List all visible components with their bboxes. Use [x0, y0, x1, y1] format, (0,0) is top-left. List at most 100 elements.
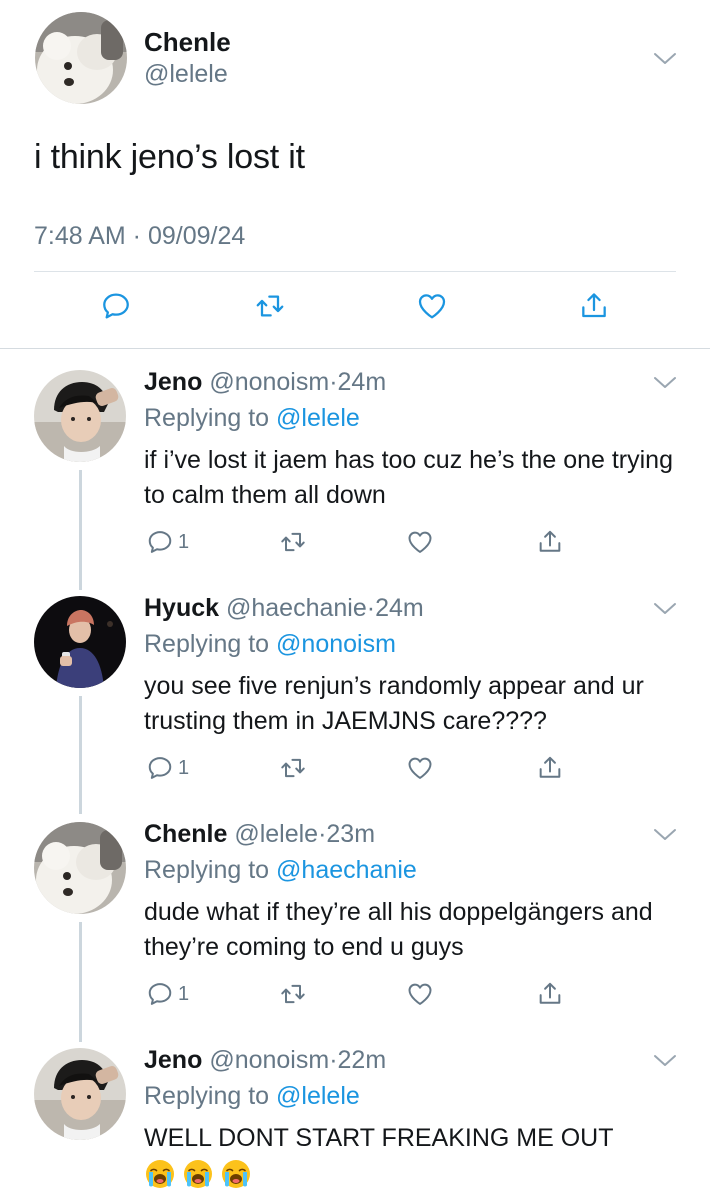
replying-to: Replying to @lelele — [144, 404, 360, 433]
reply-header: Jeno @nonoism·24m — [144, 368, 386, 397]
replying-to-label: Replying to — [144, 404, 277, 432]
replying-to: Replying to @nonoism — [144, 630, 396, 659]
retweet-icon — [278, 980, 308, 1008]
heart-icon — [406, 528, 434, 556]
divider — [34, 271, 676, 272]
author-name[interactable]: Chenle — [144, 27, 231, 58]
reply-button[interactable] — [100, 290, 132, 327]
reply-time: 24m — [375, 594, 424, 622]
retweet-icon — [278, 528, 308, 556]
share-button[interactable] — [536, 528, 564, 556]
avatar[interactable] — [34, 1048, 126, 1140]
separator-dot: · — [329, 368, 338, 396]
retweet-button[interactable] — [253, 290, 287, 327]
separator-dot: · — [366, 594, 376, 622]
retweet-button[interactable] — [278, 980, 308, 1008]
replying-to: Replying to @lelele — [144, 1082, 360, 1111]
main-tweet: Chenle @lelele i think jeno’s lost it 7:… — [0, 0, 710, 348]
reply-time: 23m — [326, 820, 376, 848]
reply-time: 24m — [337, 368, 387, 396]
retweet-button[interactable] — [278, 754, 308, 782]
share-button[interactable] — [536, 754, 564, 782]
reply-text: WELL DONT START FREAKING ME OUT — [144, 1124, 614, 1152]
chevron-down-icon[interactable] — [652, 50, 678, 68]
loudly-crying-face-emoji — [220, 1158, 252, 1190]
mention-link[interactable]: @haechanie — [276, 856, 417, 884]
reply-header: Chenle @lelele·23m — [144, 820, 375, 849]
reply-icon — [146, 528, 174, 556]
reply-actions: 1 — [0, 980, 710, 1012]
author-handle[interactable]: @haechanie — [226, 594, 367, 622]
heart-icon — [406, 754, 434, 782]
avatar-image — [34, 596, 126, 688]
separator-dot: · — [329, 1046, 338, 1074]
avatar-image — [34, 370, 126, 462]
reply-actions: 1 — [0, 754, 710, 786]
retweet-icon — [253, 290, 287, 322]
author-handle[interactable]: @nonoism — [209, 1046, 329, 1074]
reply-icon — [146, 754, 174, 782]
reply-button[interactable]: 1 — [146, 980, 189, 1008]
avatar[interactable] — [34, 596, 126, 688]
chevron-down-icon[interactable] — [652, 1052, 678, 1070]
share-icon — [536, 528, 564, 556]
retweet-icon — [278, 754, 308, 782]
avatar[interactable] — [34, 822, 126, 914]
avatar-image — [34, 1048, 126, 1140]
loudly-crying-face-emoji — [144, 1158, 176, 1190]
share-icon — [578, 290, 610, 322]
share-icon — [536, 754, 564, 782]
reply-count: 1 — [178, 982, 190, 1005]
mention-link[interactable]: @lelele — [276, 1082, 360, 1110]
mention-link[interactable]: @lelele — [276, 404, 360, 432]
replying-to-label: Replying to — [144, 1082, 277, 1110]
reply-text: you see five renjun’s randomly appear an… — [144, 672, 644, 735]
avatar-image — [34, 822, 126, 914]
reply-actions: 1 — [0, 528, 710, 560]
reply-button[interactable]: 1 — [146, 528, 189, 556]
author-handle[interactable]: @nonoism — [209, 368, 329, 396]
chevron-down-icon[interactable] — [652, 374, 678, 392]
reply-header: Hyuck @haechanie·24m — [144, 594, 424, 623]
reply-icon — [146, 980, 174, 1008]
author-name[interactable]: Hyuck — [144, 594, 219, 622]
author-name[interactable]: Jeno — [144, 368, 202, 396]
author-name[interactable]: Jeno — [144, 1046, 202, 1074]
tweet-timestamp: 7:48 AM · 09/09/24 — [34, 222, 246, 250]
reply-button[interactable]: 1 — [146, 754, 189, 782]
tweet-text: i think jeno’s lost it — [34, 138, 305, 176]
replying-to-label: Replying to — [144, 630, 277, 658]
like-button[interactable] — [416, 290, 448, 327]
loudly-crying-face-emoji — [182, 1158, 214, 1190]
avatar-image — [35, 12, 127, 104]
share-icon — [536, 980, 564, 1008]
avatar[interactable] — [35, 12, 127, 104]
reply-count: 1 — [178, 756, 190, 779]
chevron-down-icon[interactable] — [652, 600, 678, 618]
reply-text: dude what if they’re all his doppelgänge… — [144, 898, 653, 961]
author-name[interactable]: Chenle — [144, 820, 227, 848]
heart-icon — [406, 980, 434, 1008]
replying-to: Replying to @haechanie — [144, 856, 417, 885]
reply-text: if i’ve lost it jaem has too cuz he’s th… — [144, 446, 673, 509]
reply-header: Jeno @nonoism·22m — [144, 1046, 386, 1075]
reply-icon — [100, 290, 132, 322]
like-button[interactable] — [406, 980, 434, 1008]
emoji-row — [144, 1156, 684, 1191]
tweet-actions — [0, 290, 710, 330]
share-button[interactable] — [536, 980, 564, 1008]
divider — [0, 348, 710, 349]
share-button[interactable] — [578, 290, 610, 327]
replying-to-label: Replying to — [144, 856, 277, 884]
retweet-button[interactable] — [278, 528, 308, 556]
author-handle[interactable]: @lelele — [234, 820, 318, 848]
mention-link[interactable]: @nonoism — [276, 630, 396, 658]
heart-icon — [416, 290, 448, 322]
reply-count: 1 — [178, 530, 190, 553]
author-handle[interactable]: @lelele — [144, 60, 228, 89]
like-button[interactable] — [406, 528, 434, 556]
reply-time: 22m — [337, 1046, 387, 1074]
like-button[interactable] — [406, 754, 434, 782]
avatar[interactable] — [34, 370, 126, 462]
chevron-down-icon[interactable] — [652, 826, 678, 844]
